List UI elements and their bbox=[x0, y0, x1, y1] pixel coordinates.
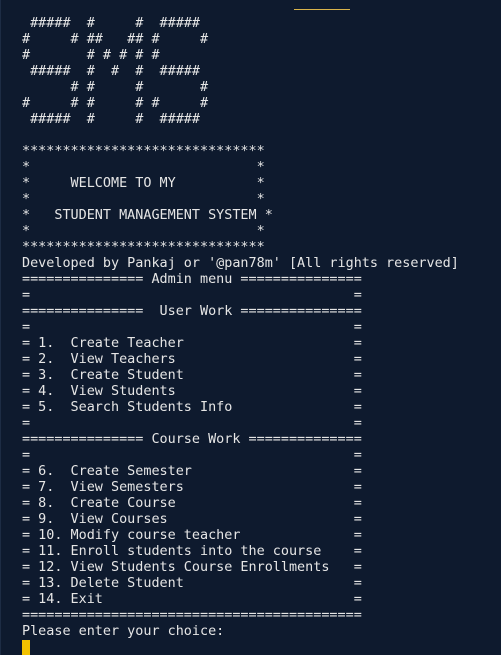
terminal-line: = 5. Search Students Info = bbox=[22, 400, 362, 415]
terminal-line: = = bbox=[22, 416, 362, 431]
terminal-line: = = bbox=[22, 448, 362, 463]
terminal-line: = = bbox=[22, 288, 362, 303]
terminal-line: ##### # # ##### bbox=[22, 112, 200, 127]
terminal-line: = 2. View Teachers = bbox=[22, 352, 362, 367]
tab-problems[interactable]: PROBLEMS bbox=[23, 0, 82, 10]
terminal-line: * * bbox=[22, 160, 265, 175]
terminal-line: = 9. View Courses = bbox=[22, 512, 362, 527]
terminal-line: = 4. View Students = bbox=[22, 384, 362, 399]
terminal-line: ========================================… bbox=[22, 608, 362, 623]
terminal-line: ##### # # ##### bbox=[22, 16, 200, 31]
panel-tab-bar: PROBLEMS OUTPUT DEBUG CONSOLE TERMINAL P… bbox=[1, 0, 409, 10]
terminal-output[interactable]: ##### # # ##### # # ## ## # # # # # # # # … bbox=[22, 16, 459, 640]
tab-output[interactable]: OUTPUT bbox=[106, 0, 150, 10]
terminal-line: = 10. Modify course teacher = bbox=[22, 528, 362, 543]
tab-terminal[interactable]: TERMINAL bbox=[294, 0, 350, 10]
terminal-line: = 13. Delete Student = bbox=[22, 576, 362, 591]
terminal-line: * WELCOME TO MY * bbox=[22, 176, 265, 191]
terminal-line: * STUDENT MANAGEMENT SYSTEM * bbox=[22, 208, 273, 223]
terminal-line: = 1. Create Teacher = bbox=[22, 336, 362, 351]
terminal-line: =============== User Work ==============… bbox=[22, 304, 362, 319]
terminal-line: # # ## ## # # bbox=[22, 32, 209, 47]
terminal-line: * * bbox=[22, 224, 265, 239]
terminal-line: = = bbox=[22, 320, 362, 335]
terminal-line: = 3. Create Student = bbox=[22, 368, 362, 383]
tab-ports[interactable]: PORTS bbox=[374, 0, 410, 10]
terminal-line: = 12. View Students Course Enrollments = bbox=[22, 560, 362, 575]
tab-debug-console[interactable]: DEBUG CONSOLE bbox=[175, 0, 270, 10]
terminal-line: # # # # bbox=[22, 80, 209, 95]
terminal-line: # # # # # # bbox=[22, 48, 160, 63]
terminal-line: = 8. Create Course = bbox=[22, 496, 362, 511]
terminal-line: = 14. Exit = bbox=[22, 592, 362, 607]
terminal-line: =============== Admin menu =============… bbox=[22, 272, 362, 287]
terminal-line: * * bbox=[22, 192, 265, 207]
terminal-line: = 11. Enroll students into the course = bbox=[22, 544, 362, 559]
terminal-panel: PROBLEMS OUTPUT DEBUG CONSOLE TERMINAL P… bbox=[0, 0, 501, 655]
terminal-cursor bbox=[22, 640, 30, 655]
terminal-line: # # # # # # bbox=[22, 96, 209, 111]
terminal-line: ****************************** bbox=[22, 240, 265, 255]
terminal-line: = 7. View Semesters = bbox=[22, 480, 362, 495]
terminal-line: =============== Course Work ============… bbox=[22, 432, 362, 447]
terminal-line: Please enter your choice: bbox=[22, 624, 225, 639]
terminal-line: ****************************** bbox=[22, 144, 265, 159]
terminal-line: Developed by Pankaj or '@pan78m' [All ri… bbox=[22, 256, 459, 271]
terminal-line: ##### # # # ##### bbox=[22, 64, 200, 79]
terminal-line: = 6. Create Semester = bbox=[22, 464, 362, 479]
